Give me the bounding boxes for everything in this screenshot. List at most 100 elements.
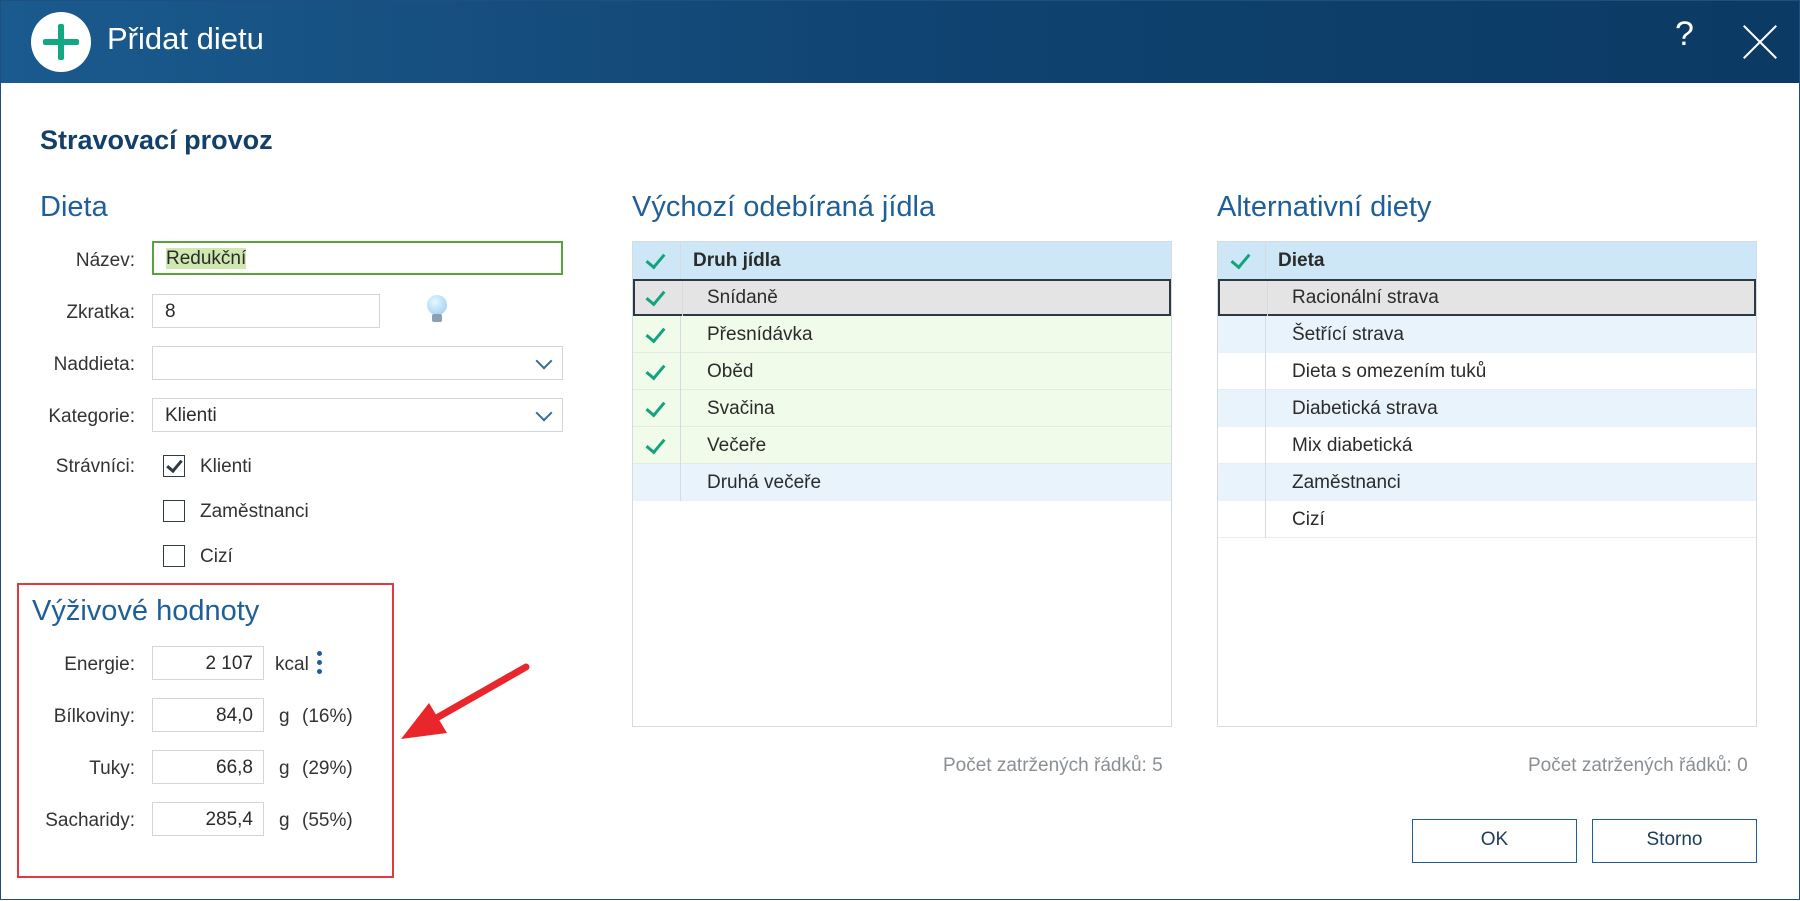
naddieta-label: Naddieta: bbox=[53, 354, 135, 375]
naddieta-select[interactable] bbox=[152, 346, 563, 380]
ok-button[interactable]: OK bbox=[1412, 819, 1577, 863]
title-bar: Přidat dietu ? bbox=[1, 1, 1799, 83]
table-row[interactable]: Snídaně bbox=[633, 279, 1171, 318]
section-dieta-title: Dieta bbox=[40, 191, 108, 223]
dialog-window: Přidat dietu ? Stravovací provoz Dieta N… bbox=[0, 0, 1800, 900]
cizi-checkbox-label: Cizí bbox=[200, 546, 233, 567]
checkmark-icon bbox=[645, 322, 666, 344]
table-row[interactable]: Diabetická strava bbox=[1218, 390, 1756, 427]
row-label: Druhá večeře bbox=[707, 472, 822, 493]
row-label: Přesnídávka bbox=[707, 324, 813, 345]
nazev-value: Redukční bbox=[166, 248, 247, 269]
bilkoviny-value[interactable]: 84,0 bbox=[152, 698, 264, 732]
table-row[interactable]: Šetřící strava bbox=[1218, 316, 1756, 353]
more-options-icon[interactable] bbox=[317, 651, 323, 677]
table-row[interactable]: Večeře bbox=[633, 427, 1171, 464]
row-label: Večeře bbox=[707, 435, 767, 456]
dialog-title: Přidat dietu bbox=[107, 21, 264, 56]
row-label: Cizí bbox=[1292, 509, 1325, 530]
sacharidy-percent: (55%) bbox=[302, 810, 353, 831]
close-icon[interactable] bbox=[1741, 23, 1779, 61]
checkmark-icon bbox=[645, 396, 666, 418]
row-check[interactable] bbox=[1218, 390, 1266, 427]
zkratka-label: Zkratka: bbox=[66, 302, 135, 323]
stravnici-label: Strávníci: bbox=[55, 456, 135, 477]
sacharidy-unit: g bbox=[279, 810, 290, 831]
check-all-toggle[interactable] bbox=[633, 242, 681, 279]
table-row[interactable]: Mix diabetická bbox=[1218, 427, 1756, 464]
checkmark-icon bbox=[1230, 248, 1251, 270]
row-check[interactable] bbox=[633, 353, 681, 390]
page-heading: Stravovací provoz bbox=[40, 125, 273, 155]
klienti-checkbox[interactable] bbox=[163, 455, 185, 477]
checkmark-icon bbox=[645, 248, 666, 270]
alternativni-count: Počet zatržených řádků: 0 bbox=[1528, 755, 1748, 776]
add-icon bbox=[31, 12, 91, 72]
row-check[interactable] bbox=[1218, 464, 1266, 501]
alternativni-grid: Dieta Racionální strava Šetřící strava D… bbox=[1217, 241, 1757, 727]
checkmark-icon bbox=[645, 285, 666, 307]
row-label: Mix diabetická bbox=[1292, 435, 1413, 456]
lightbulb-icon[interactable] bbox=[426, 295, 448, 325]
nazev-label: Název: bbox=[75, 250, 135, 271]
alternativni-column-header: Dieta bbox=[1278, 250, 1325, 271]
table-row[interactable]: Cizí bbox=[1218, 501, 1756, 538]
sacharidy-value[interactable]: 285,4 bbox=[152, 802, 264, 836]
checkmark-icon bbox=[645, 433, 666, 455]
chevron-down-icon bbox=[535, 404, 553, 422]
section-jidla-title: Výchozí odebíraná jídla bbox=[632, 191, 936, 223]
nazev-input[interactable]: Redukční bbox=[152, 241, 563, 275]
row-label: Racionální strava bbox=[1292, 287, 1439, 308]
chevron-down-icon bbox=[535, 352, 553, 370]
table-row[interactable]: Dieta s omezením tuků bbox=[1218, 353, 1756, 390]
kategorie-label: Kategorie: bbox=[48, 406, 135, 427]
zkratka-input[interactable]: 8 bbox=[152, 294, 380, 328]
row-check[interactable] bbox=[1218, 353, 1266, 390]
energie-value[interactable]: 2 107 bbox=[152, 646, 264, 680]
row-check[interactable] bbox=[1218, 316, 1266, 353]
bilkoviny-percent: (16%) bbox=[302, 706, 353, 727]
checkmark-icon bbox=[645, 359, 666, 381]
table-row[interactable]: Oběd bbox=[633, 353, 1171, 390]
tuky-label: Tuky: bbox=[89, 758, 135, 779]
energie-unit: kcal bbox=[275, 654, 309, 675]
tuky-value[interactable]: 66,8 bbox=[152, 750, 264, 784]
row-label: Svačina bbox=[707, 398, 775, 419]
row-check[interactable] bbox=[633, 427, 681, 464]
row-check[interactable] bbox=[1218, 427, 1266, 464]
help-button[interactable]: ? bbox=[1675, 15, 1694, 54]
zamestnanci-checkbox[interactable] bbox=[163, 500, 185, 522]
table-row[interactable]: Racionální strava bbox=[1218, 279, 1756, 318]
jidla-grid-header: Druh jídla bbox=[633, 242, 1171, 279]
sacharidy-label: Sacharidy: bbox=[45, 810, 135, 831]
row-check[interactable] bbox=[635, 281, 683, 318]
energie-label: Energie: bbox=[64, 654, 135, 675]
row-label: Oběd bbox=[707, 361, 754, 382]
table-row[interactable]: Přesnídávka bbox=[633, 316, 1171, 353]
row-check[interactable] bbox=[633, 390, 681, 427]
row-label: Šetřící strava bbox=[1292, 324, 1404, 345]
klienti-checkbox-label: Klienti bbox=[200, 456, 252, 477]
jidla-count: Počet zatržených řádků: 5 bbox=[943, 755, 1163, 776]
section-alternativni-title: Alternativní diety bbox=[1217, 191, 1432, 223]
row-check[interactable] bbox=[1220, 281, 1268, 318]
check-all-toggle[interactable] bbox=[1218, 242, 1266, 279]
kategorie-select[interactable]: Klienti bbox=[152, 398, 563, 432]
table-row[interactable]: Zaměstnanci bbox=[1218, 464, 1756, 501]
row-check[interactable] bbox=[633, 464, 681, 501]
row-check[interactable] bbox=[1218, 501, 1266, 538]
table-row[interactable]: Svačina bbox=[633, 390, 1171, 427]
row-check[interactable] bbox=[633, 316, 681, 353]
row-label: Dieta s omezením tuků bbox=[1292, 361, 1487, 382]
table-row[interactable]: Druhá večeře bbox=[633, 464, 1171, 501]
jidla-grid: Druh jídla Snídaně Přesnídávka Oběd Svač… bbox=[632, 241, 1172, 727]
tuky-unit: g bbox=[279, 758, 290, 779]
row-label: Zaměstnanci bbox=[1292, 472, 1401, 493]
cancel-button[interactable]: Storno bbox=[1592, 819, 1757, 863]
zamestnanci-checkbox-label: Zaměstnanci bbox=[200, 501, 309, 522]
cizi-checkbox[interactable] bbox=[163, 545, 185, 567]
kategorie-value: Klienti bbox=[165, 405, 217, 426]
jidla-column-header: Druh jídla bbox=[693, 250, 781, 271]
row-label: Snídaně bbox=[707, 287, 778, 308]
bilkoviny-unit: g bbox=[279, 706, 290, 727]
